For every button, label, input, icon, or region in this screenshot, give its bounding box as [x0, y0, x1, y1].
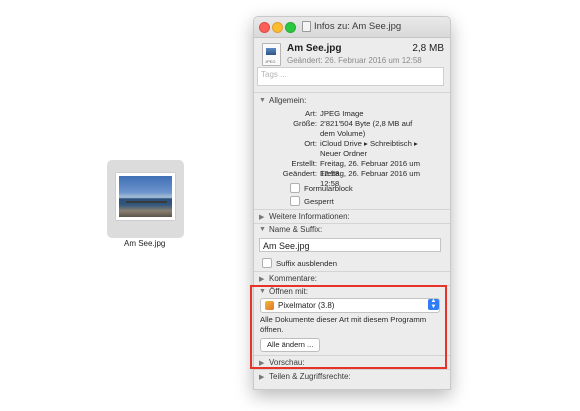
modified-date: Geändert: 26. Februar 2016 um 12:58 [287, 56, 422, 65]
close-button[interactable] [259, 22, 270, 33]
open-with-popup[interactable]: Pixelmator (3.8) ▲ ▼ [260, 298, 440, 313]
image-thumbnail [116, 173, 175, 220]
file-name: Am See.jpg [287, 43, 342, 54]
popup-arrows-icon: ▲ ▼ [428, 298, 439, 310]
section-comments[interactable]: ▶ Kommentare: [259, 274, 317, 283]
hide-suffix-checkbox[interactable]: Suffix ausblenden [262, 258, 337, 268]
info-row-created: Erstellt: Freitag, 26. Februar 2016 um 1… [291, 159, 420, 178]
disclosure-open-icon: ▼ [259, 97, 266, 104]
jpeg-file-icon: JPEG [262, 43, 281, 66]
desktop-file-label[interactable]: Am See.jpg [124, 239, 165, 248]
section-name-suffix[interactable]: ▼ Name & Suffix: [259, 225, 322, 234]
disclosure-closed-icon: ▶ [259, 275, 265, 283]
info-row-size: Größe: 2'821'504 Byte (2,8 MB auf dem Vo… [293, 119, 413, 138]
window-title: Infos zu: Am See.jpg [302, 21, 401, 32]
section-preview[interactable]: ▶ Vorschau: [259, 358, 305, 367]
disclosure-closed-icon: ▶ [259, 373, 265, 381]
disclosure-open-icon: ▼ [259, 226, 266, 233]
disclosure-closed-icon: ▶ [259, 213, 265, 221]
section-open-with[interactable]: ▼ Öffnen mit: [259, 287, 308, 296]
section-general[interactable]: ▼ Allgemein: [259, 96, 306, 105]
document-icon [302, 21, 311, 32]
pixelmator-icon [265, 301, 274, 310]
minimize-button[interactable] [272, 22, 283, 33]
stationery-checkbox[interactable]: Formularblock [290, 183, 353, 193]
section-sharing[interactable]: ▶ Teilen & Zugriffsrechte: [259, 372, 351, 381]
change-all-button[interactable]: Alle ändern ... [260, 338, 321, 352]
disclosure-open-icon: ▼ [259, 288, 266, 295]
desktop-file-icon[interactable] [107, 160, 184, 238]
tags-field[interactable]: Tags ... [257, 67, 444, 86]
disclosure-closed-icon: ▶ [259, 359, 265, 367]
name-field[interactable]: Am See.jpg [259, 238, 441, 252]
zoom-button[interactable] [285, 22, 296, 33]
info-row-modified: Geändert: Freitag, 26. Februar 2016 um 1… [282, 169, 420, 188]
file-size: 2,8 MB [412, 43, 444, 54]
info-row-kind: Art: JPEG Image [305, 109, 364, 118]
info-window: Infos zu: Am See.jpg JPEG Am See.jpg 2,8… [253, 16, 451, 390]
title-bar[interactable]: Infos zu: Am See.jpg [254, 17, 450, 38]
section-more-info[interactable]: ▶ Weitere Informationen: [259, 212, 350, 221]
locked-checkbox[interactable]: Gesperrt [290, 196, 334, 206]
info-row-location: Ort: iCloud Drive ▸ Schreibtisch ▸ Neuer… [304, 139, 418, 158]
open-with-description: Alle Dokumente dieser Art mit diesem Pro… [260, 315, 427, 334]
